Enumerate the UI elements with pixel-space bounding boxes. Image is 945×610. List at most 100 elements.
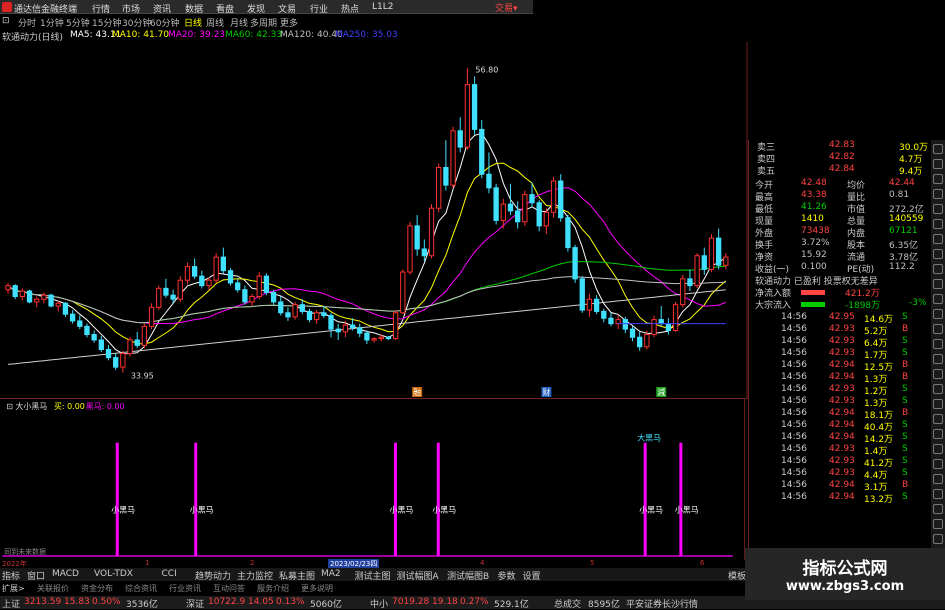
candle[interactable] bbox=[249, 296, 255, 303]
candle[interactable] bbox=[680, 278, 686, 306]
extension-tab[interactable]: 资金分布 bbox=[81, 583, 113, 594]
candlestick-chart[interactable]: 48.0046.0044.0042.0040.0038.0036.0034.00… bbox=[0, 42, 748, 398]
candle[interactable] bbox=[400, 271, 406, 314]
candle[interactable] bbox=[392, 312, 399, 340]
candle[interactable] bbox=[127, 339, 133, 355]
candle[interactable] bbox=[55, 302, 61, 307]
side-tool-icon[interactable] bbox=[933, 384, 943, 394]
candle[interactable] bbox=[156, 287, 162, 308]
side-tool-icon[interactable] bbox=[933, 489, 943, 499]
candle[interactable] bbox=[98, 339, 104, 350]
indicator-tab[interactable]: 指标 bbox=[2, 569, 20, 582]
indicator-tab[interactable]: MACD bbox=[52, 569, 79, 579]
extension-tab[interactable]: 关联报价 bbox=[37, 583, 69, 594]
candle[interactable] bbox=[708, 237, 715, 270]
indicator-tab[interactable]: 测试主图 bbox=[355, 569, 391, 582]
candle[interactable] bbox=[285, 312, 291, 318]
indicator-tab[interactable]: 测试幅图B bbox=[447, 569, 489, 582]
side-tool-icon[interactable] bbox=[933, 414, 943, 424]
side-tool-icon[interactable] bbox=[933, 504, 943, 514]
candle[interactable] bbox=[184, 266, 191, 281]
menu-item-hot[interactable]: 热点 bbox=[341, 2, 359, 15]
candle[interactable] bbox=[299, 304, 305, 312]
chart-mode-icon[interactable]: ⊡ bbox=[2, 16, 10, 26]
period-3[interactable]: 15分钟 bbox=[92, 16, 121, 29]
candle[interactable] bbox=[486, 173, 492, 189]
menu-item-news[interactable]: 资讯 bbox=[153, 2, 171, 15]
candle[interactable] bbox=[349, 324, 356, 329]
period-9[interactable]: 多周期 bbox=[250, 16, 277, 29]
candle[interactable] bbox=[235, 282, 241, 291]
side-tool-icon[interactable] bbox=[933, 264, 943, 274]
candle[interactable] bbox=[443, 166, 449, 186]
candle[interactable] bbox=[62, 302, 69, 315]
candle[interactable] bbox=[306, 310, 313, 321]
candle[interactable] bbox=[414, 225, 420, 250]
extension-tab[interactable]: 综合资讯 bbox=[125, 583, 157, 594]
candle[interactable] bbox=[658, 319, 664, 325]
candle[interactable] bbox=[586, 298, 593, 311]
indicator-tab[interactable]: 主力监控 bbox=[237, 569, 273, 582]
candle[interactable] bbox=[41, 294, 47, 300]
candle[interactable] bbox=[536, 202, 542, 227]
side-tool-icon[interactable] bbox=[933, 144, 943, 154]
side-tool-icon[interactable] bbox=[933, 459, 943, 469]
candle[interactable] bbox=[34, 298, 40, 303]
side-tool-icon[interactable] bbox=[933, 399, 943, 409]
side-tool-icon[interactable] bbox=[933, 204, 943, 214]
candle[interactable] bbox=[206, 279, 212, 287]
menu-item-discover[interactable]: 发现 bbox=[247, 2, 265, 15]
side-tool-icon[interactable] bbox=[933, 189, 943, 199]
candle[interactable] bbox=[91, 334, 97, 341]
candle[interactable] bbox=[593, 298, 600, 312]
period-0[interactable]: 分时 bbox=[18, 16, 36, 29]
candle[interactable] bbox=[723, 256, 729, 266]
candle[interactable] bbox=[464, 84, 471, 148]
period-6[interactable]: 日线 bbox=[184, 16, 202, 29]
candle[interactable] bbox=[26, 290, 33, 303]
side-tool-icon[interactable] bbox=[933, 519, 943, 529]
menu-item-watch[interactable]: 看盘 bbox=[216, 2, 234, 15]
candle[interactable] bbox=[213, 256, 219, 281]
period-1[interactable]: 1分钟 bbox=[40, 16, 64, 29]
side-tool-icon[interactable] bbox=[933, 339, 943, 349]
candle[interactable] bbox=[141, 325, 148, 346]
candle[interactable] bbox=[457, 130, 463, 148]
indicator-tab[interactable]: 参数 bbox=[498, 569, 516, 582]
candle[interactable] bbox=[134, 339, 140, 346]
indicator-tab[interactable]: 趋势动力 bbox=[195, 569, 231, 582]
candle[interactable] bbox=[507, 203, 514, 212]
candle[interactable] bbox=[565, 217, 571, 249]
candle[interactable] bbox=[270, 291, 277, 303]
candle[interactable] bbox=[715, 237, 722, 266]
candle[interactable] bbox=[407, 225, 413, 273]
period-10[interactable]: 更多 bbox=[280, 16, 298, 29]
broker-label[interactable]: 平安证券长沙行情 bbox=[626, 597, 698, 610]
side-tool-icon[interactable] bbox=[933, 429, 943, 439]
side-tool-icon[interactable] bbox=[933, 174, 943, 184]
indicator-panel[interactable]: ⊡ 大小黑马买: 0.00黑马: 0.0080.0070.0060.0050.0… bbox=[0, 398, 748, 560]
candle[interactable] bbox=[687, 278, 693, 287]
period-7[interactable]: 周线 bbox=[206, 16, 224, 29]
candle[interactable] bbox=[12, 285, 18, 297]
candle[interactable] bbox=[105, 348, 112, 359]
candle[interactable] bbox=[292, 304, 298, 318]
extension-tab[interactable]: 互动问答 bbox=[213, 583, 245, 594]
candle[interactable] bbox=[529, 194, 535, 204]
candle[interactable] bbox=[558, 180, 564, 219]
indicator-tab[interactable]: 私募主图 bbox=[279, 569, 315, 582]
candle[interactable] bbox=[694, 255, 700, 287]
candle[interactable] bbox=[615, 319, 621, 325]
side-tool-icon[interactable] bbox=[933, 354, 943, 364]
side-tool-icon[interactable] bbox=[933, 249, 943, 259]
candle[interactable] bbox=[629, 328, 636, 338]
candle[interactable] bbox=[579, 278, 585, 311]
menu-item-industry[interactable]: 行业 bbox=[310, 2, 328, 15]
candle[interactable] bbox=[335, 328, 341, 333]
candle[interactable] bbox=[622, 319, 628, 330]
candle[interactable] bbox=[256, 275, 262, 297]
candle[interactable] bbox=[651, 319, 657, 336]
candle[interactable] bbox=[227, 270, 234, 284]
candle[interactable] bbox=[364, 332, 370, 341]
candle[interactable] bbox=[220, 256, 226, 272]
